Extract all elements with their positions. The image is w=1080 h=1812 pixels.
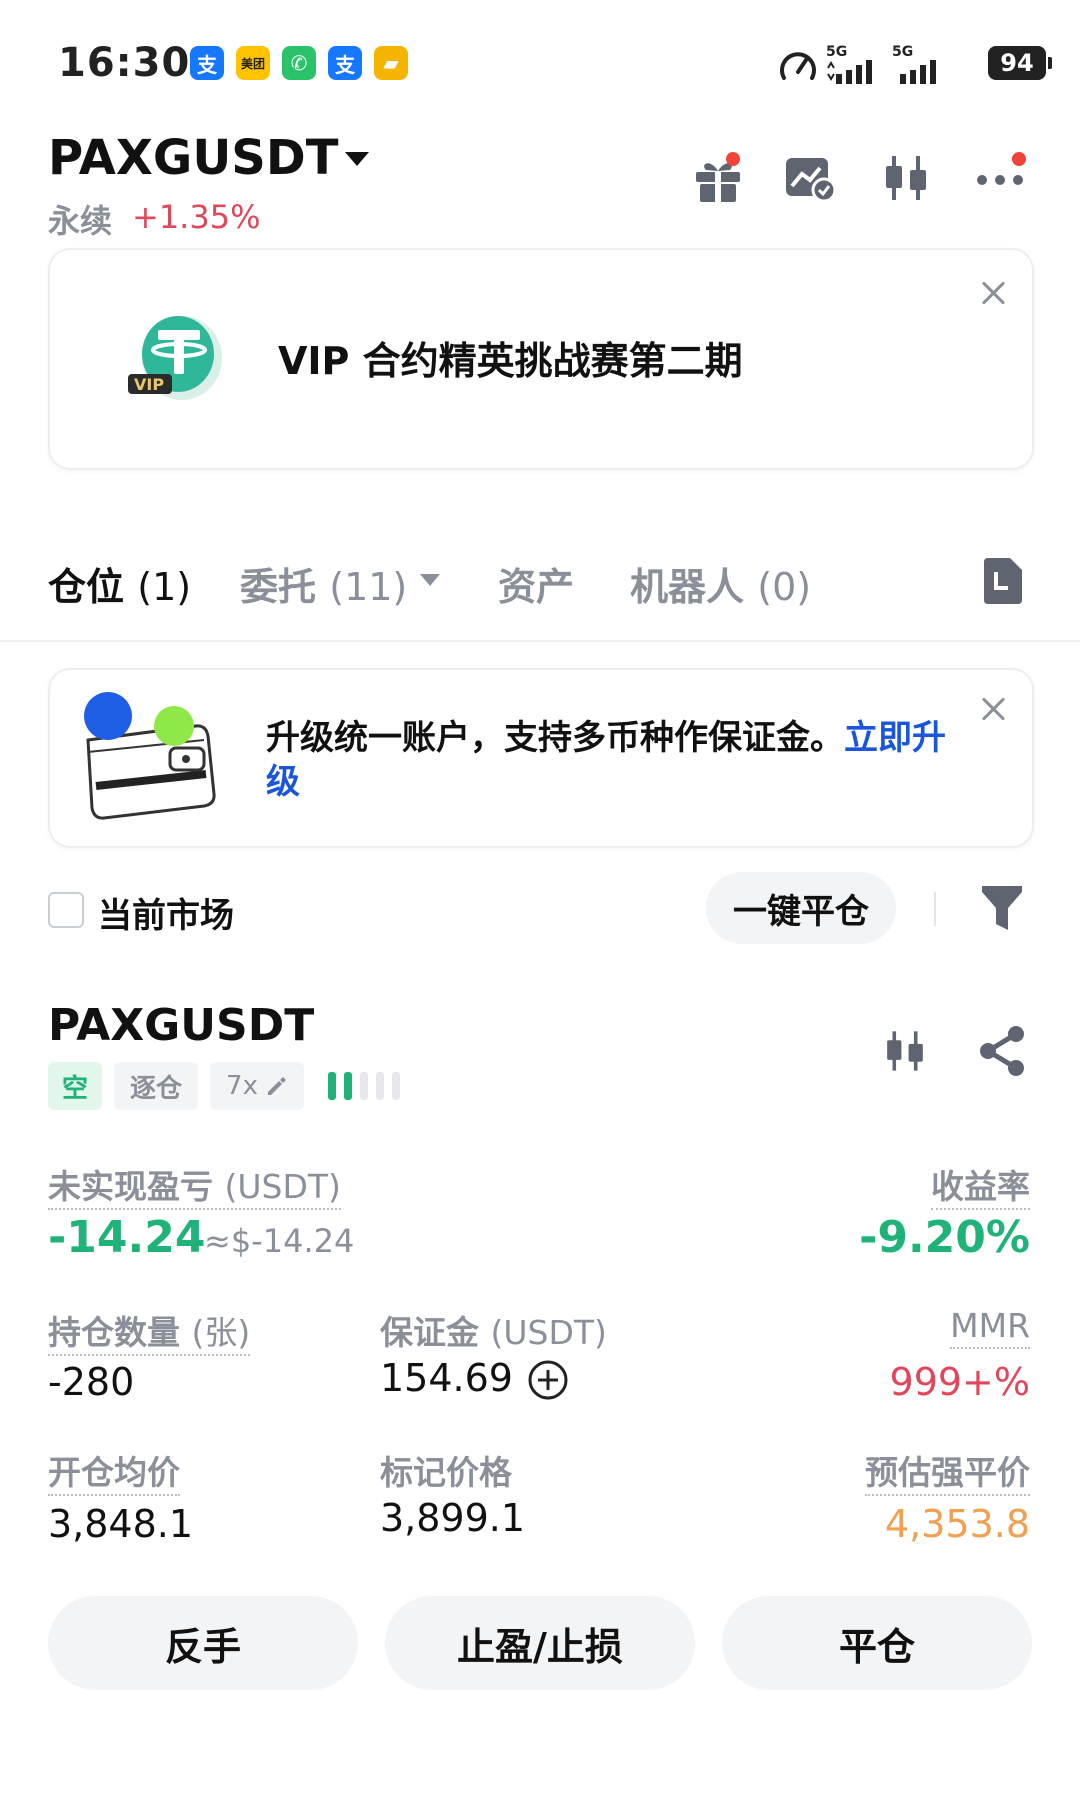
mmr-label: MMR (780, 1306, 1030, 1349)
add-margin-icon[interactable] (526, 1358, 570, 1402)
caret-down-icon[interactable] (345, 152, 369, 166)
battery-indicator: 94 (988, 46, 1052, 80)
symbol-title[interactable]: PAXGUSDT (48, 130, 338, 186)
vip-banner[interactable]: VIP VIP 合约精英挑战赛第二期 (48, 248, 1034, 470)
tab-orders[interactable]: 委托 (11) (240, 556, 407, 611)
notification-dot (726, 152, 740, 166)
risk-bar (328, 1072, 336, 1100)
tab-assets[interactable]: 资产 (498, 556, 574, 611)
upgrade-banner[interactable]: 升级统一账户，支持多币种作保证金。立即升级 (48, 668, 1034, 848)
tab-positions[interactable]: 仓位 (1) (48, 556, 191, 611)
price-change: +1.35% (132, 198, 261, 236)
risk-bar (392, 1072, 400, 1100)
edit-icon[interactable] (264, 1074, 288, 1098)
liq-price-label: 预估强平价 (780, 1446, 1030, 1496)
margin-mode-tag: 逐仓 (114, 1062, 198, 1110)
leverage-tag[interactable]: 7x (210, 1062, 304, 1110)
mark-price-value: 3,899.1 (380, 1496, 526, 1540)
candlestick-icon[interactable] (880, 1024, 930, 1078)
history-doc-icon[interactable] (980, 556, 1026, 606)
vip-tether-icon: VIP (128, 316, 222, 400)
entry-price-label: 开仓均价 (48, 1446, 180, 1496)
tab-bots[interactable]: 机器人 (0) (630, 556, 811, 611)
wechat-call-icon: ✆ (282, 46, 316, 80)
notification-dot (1012, 152, 1026, 166)
close-icon[interactable] (978, 278, 1008, 308)
alipay-icon: 支 (328, 46, 362, 80)
risk-bar (360, 1072, 368, 1100)
pnl-label: 未实现盈亏 (USDT) (48, 1160, 341, 1210)
vip-badge-text: VIP (134, 375, 164, 394)
reverse-button[interactable]: 反手 (48, 1596, 358, 1690)
margin-label: 保证金 (USDT) (380, 1313, 607, 1352)
size-value: -280 (48, 1360, 135, 1404)
speed-icon (780, 52, 816, 80)
size-label: 持仓数量 (张) (48, 1306, 251, 1356)
margin-value: 154.69 (380, 1356, 513, 1400)
tp-sl-button[interactable]: 止盈/止损 (385, 1596, 695, 1690)
vip-banner-title: VIP 合约精英挑战赛第二期 (278, 339, 743, 383)
status-time: 16:30 (58, 40, 191, 86)
side-tag: 空 (48, 1062, 102, 1110)
signal-icon (900, 60, 936, 84)
position-symbol[interactable]: PAXGUSDT (48, 1000, 314, 1051)
pnl-value: -14.24 (48, 1212, 206, 1263)
separator (934, 892, 936, 926)
close-icon[interactable] (978, 694, 1008, 724)
chevron-down-icon[interactable] (420, 574, 440, 586)
close-all-button[interactable]: 一键平仓 (706, 872, 896, 944)
tabs-divider (0, 640, 1080, 642)
filter-icon[interactable] (980, 884, 1024, 932)
signal-icon (827, 60, 872, 84)
chart-check-icon[interactable] (782, 150, 838, 206)
wallet-icon (84, 692, 216, 820)
entry-price-value: 3,848.1 (48, 1502, 194, 1546)
meituan-icon: 美团 (236, 46, 270, 80)
liq-price-value: 4,353.8 (884, 1502, 1030, 1546)
current-market-checkbox[interactable] (48, 892, 84, 928)
current-market-label: 当前市场 (98, 896, 234, 936)
roe-value: -9.20% (859, 1212, 1030, 1263)
upgrade-banner-text: 升级统一账户，支持多币种作保证金。立即升级 (266, 718, 946, 802)
risk-bar (376, 1072, 384, 1100)
pnl-usd-value: ≈$-14.24 (204, 1222, 355, 1260)
risk-bar (344, 1072, 352, 1100)
folder-app-icon: ▰ (374, 46, 408, 80)
alipay-icon: 支 (190, 46, 224, 80)
mmr-value: 999+% (889, 1360, 1030, 1404)
close-position-button[interactable]: 平仓 (722, 1596, 1032, 1690)
contract-type: 永续 (48, 202, 113, 240)
share-icon[interactable] (976, 1024, 1028, 1078)
candlestick-icon[interactable] (878, 150, 934, 206)
mark-price-label: 标记价格 (380, 1453, 512, 1492)
roe-label: 收益率 (780, 1160, 1030, 1210)
